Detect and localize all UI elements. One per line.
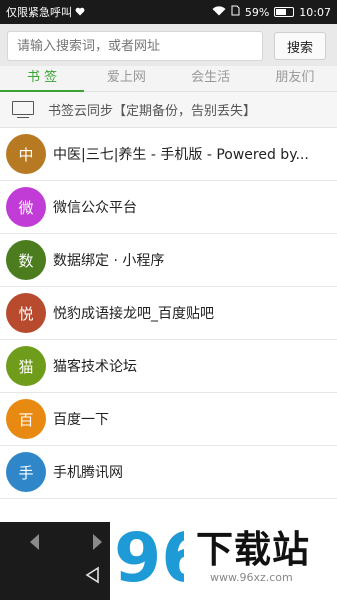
bookmark-avatar: 手 <box>6 452 46 492</box>
bookmark-title: 中医|三七|养生 - 手机版 - Powered by... <box>53 147 309 163</box>
tab-bookmarks[interactable]: 书 签 <box>0 66 85 92</box>
carrier-text: 仅限紧急呼叫 <box>6 6 72 19</box>
tab-bar: 书 签 爱上网 会生活 朋友们 <box>0 66 337 92</box>
search-area: 搜索 <box>0 24 337 66</box>
carrier-status: 仅限紧急呼叫 <box>6 4 212 20</box>
clock: 10:07 <box>299 5 331 19</box>
triangle-back-icon[interactable] <box>84 566 102 584</box>
tab-life[interactable]: 会生活 <box>169 66 253 91</box>
arrow-left-icon[interactable] <box>22 530 46 554</box>
cloud-sync-banner[interactable]: 书签云同步【定期备份，告别丢失】 <box>0 92 337 128</box>
sim-icon <box>231 5 240 19</box>
watermark-text: 下载站 <box>196 528 310 571</box>
heart-icon <box>75 6 85 19</box>
bookmark-item[interactable]: 猫 猫客技术论坛 <box>0 340 337 393</box>
cloud-sync-text: 书签云同步【定期备份，告别丢失】 <box>48 104 257 119</box>
monitor-icon <box>12 100 34 119</box>
svg-text:96: 96 <box>114 519 184 597</box>
wifi-icon <box>212 5 226 19</box>
bookmark-title: 猫客技术论坛 <box>53 359 137 375</box>
watermark-logo: 96 下载站 www.96xz.com <box>110 515 337 600</box>
bookmark-title: 数据绑定 · 小程序 <box>53 253 165 269</box>
bookmark-item[interactable]: 百 百度一下 <box>0 393 337 446</box>
search-button[interactable]: 搜索 <box>274 32 326 60</box>
bookmark-title: 悦豹成语接龙吧_百度贴吧 <box>53 306 214 322</box>
battery-icon <box>274 7 295 17</box>
bookmark-avatar: 百 <box>6 399 46 439</box>
bookmark-item[interactable]: 悦 悦豹成语接龙吧_百度贴吧 <box>0 287 337 340</box>
bookmark-title: 百度一下 <box>53 412 109 428</box>
tab-love-internet[interactable]: 爱上网 <box>84 66 168 91</box>
arrow-right-icon[interactable] <box>86 530 110 554</box>
bookmark-item[interactable]: 微 微信公众平台 <box>0 181 337 234</box>
bookmark-avatar: 数 <box>6 240 46 280</box>
bookmark-avatar: 猫 <box>6 346 46 386</box>
search-input[interactable] <box>7 31 263 61</box>
bookmark-avatar: 中 <box>6 134 46 174</box>
bookmark-item[interactable]: 中 中医|三七|养生 - 手机版 - Powered by... <box>0 128 337 181</box>
bookmark-item[interactable]: 手 手机腾讯网 <box>0 446 337 499</box>
bookmark-item[interactable]: 数 数据绑定 · 小程序 <box>0 234 337 287</box>
battery-percent: 59% <box>244 5 270 19</box>
status-bar: 仅限紧急呼叫 59% 10:07 <box>0 0 337 24</box>
bookmark-title: 手机腾讯网 <box>53 465 123 481</box>
bookmark-list: 中 中医|三七|养生 - 手机版 - Powered by... 微 微信公众平… <box>0 128 337 522</box>
watermark-number: 96 <box>114 519 184 597</box>
watermark-url: www.96xz.com <box>210 571 293 584</box>
tab-friends[interactable]: 朋友们 <box>253 66 337 91</box>
bookmark-title: 微信公众平台 <box>53 200 137 216</box>
bookmark-avatar: 微 <box>6 187 46 227</box>
bookmark-avatar: 悦 <box>6 293 46 333</box>
